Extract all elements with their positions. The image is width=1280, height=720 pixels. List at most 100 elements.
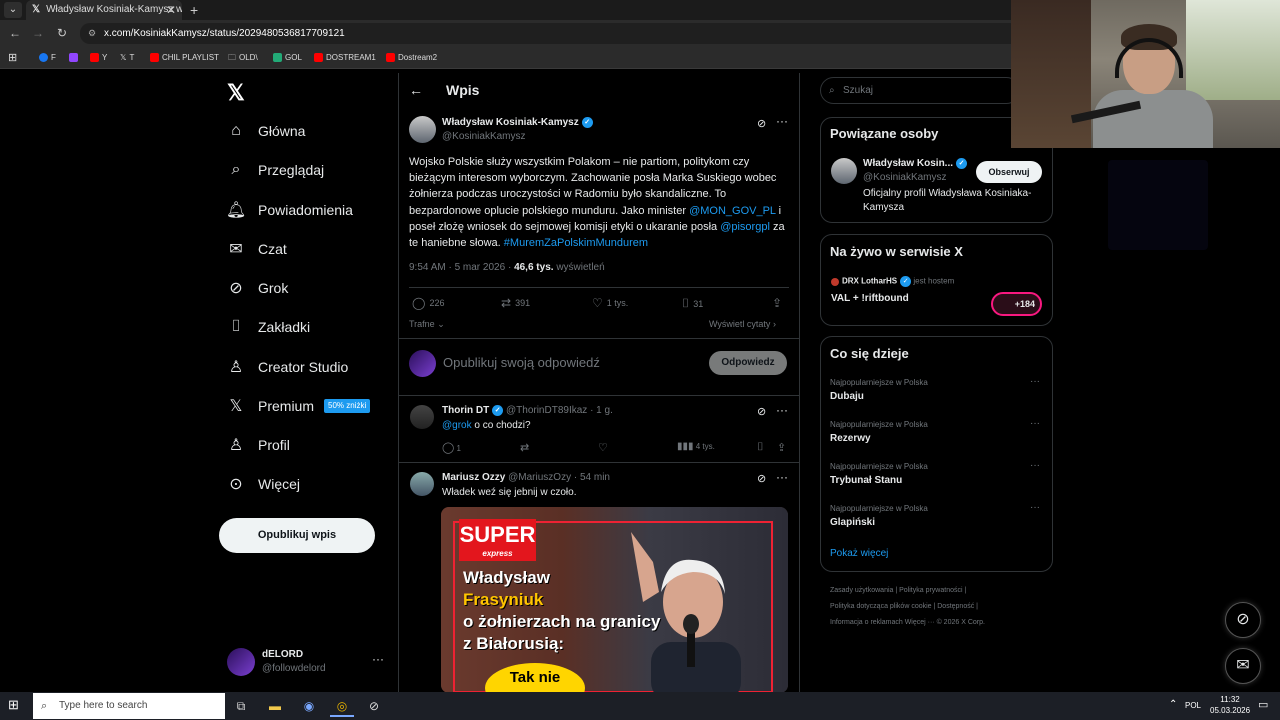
nav-chat[interactable]: ✉ Czat: [222, 231, 287, 267]
show-more-link[interactable]: Pokaż więcej: [830, 548, 888, 559]
author-handle[interactable]: @KosiniakKamysz: [442, 131, 526, 142]
reply-more-icon[interactable]: ···: [776, 470, 788, 484]
bookmark-icon[interactable]: ⌷: [757, 441, 764, 454]
follow-button[interactable]: Obserwuj: [976, 161, 1042, 183]
address-bar[interactable]: ⚙ x.com/KosiniakKamysz/status/20294805368…: [80, 23, 1020, 44]
share-action[interactable]: ⇪: [772, 296, 782, 310]
bookmark-old-folder[interactable]: 🗀 OLD\: [228, 47, 258, 69]
like-action[interactable]: ♡ 1 tys.: [592, 296, 628, 310]
author-avatar[interactable]: [409, 116, 436, 143]
user-avatar[interactable]: [227, 648, 255, 676]
nav-bookmarks[interactable]: ⌷ Zakładki: [222, 309, 310, 345]
trend-more-icon[interactable]: ···: [1030, 460, 1040, 471]
live-listeners-badge[interactable]: +184: [991, 292, 1042, 316]
live-show-title[interactable]: VAL + !riftbound: [831, 293, 909, 304]
reply-more-icon[interactable]: ···: [776, 403, 788, 417]
windows-start-icon[interactable]: ⊞: [8, 697, 19, 713]
nav-more[interactable]: ⊙ Więcej: [222, 466, 300, 502]
taskbar-search[interactable]: ⌕ Type here to search: [33, 693, 225, 719]
related-handle[interactable]: @KosiniakKamysz: [863, 172, 947, 183]
mention-grok[interactable]: @grok: [442, 420, 472, 431]
reply-media-image[interactable]: SUPER express Władysław Frasyniuk o żołnier…: [441, 507, 788, 693]
back-arrow-icon[interactable]: ←: [409, 82, 423, 98]
nav-home[interactable]: ⌂ Główna: [222, 113, 305, 149]
trend-item[interactable]: Glapiński: [830, 517, 875, 528]
search-input[interactable]: ⌕ Szukaj: [820, 77, 1020, 104]
user-name[interactable]: dELORD: [262, 649, 303, 660]
task-view-icon[interactable]: ⧉: [229, 695, 253, 717]
trend-item[interactable]: Rezerwy: [830, 433, 871, 444]
nav-explore[interactable]: ⌕ Przeglądaj: [222, 152, 325, 188]
nav-profile[interactable]: ♙ Profil: [222, 427, 290, 463]
share-icon[interactable]: ⇪: [777, 441, 786, 454]
grok-explain-icon[interactable]: ⊘: [757, 405, 766, 418]
new-tab-icon[interactable]: +: [190, 0, 198, 20]
bookmark-dostream2[interactable]: Dostream2: [386, 47, 437, 69]
footer-links[interactable]: Polityka dotycząca plików cookie | Dostę…: [830, 603, 978, 610]
related-avatar[interactable]: [831, 158, 857, 184]
sort-dropdown[interactable]: Trafne ⌄: [409, 319, 445, 330]
clock[interactable]: 11:32 05.03.2026: [1210, 694, 1250, 716]
mention-pis[interactable]: @pisorgpl: [720, 221, 770, 233]
nav-grok[interactable]: ⊘ Grok: [222, 270, 288, 306]
trend-more-icon[interactable]: ···: [1030, 502, 1040, 513]
tray-chevron-icon[interactable]: ⌃: [1169, 699, 1177, 710]
repost-action[interactable]: ⇄ 391: [501, 296, 530, 310]
app-icon[interactable]: ⊘: [362, 695, 386, 717]
view-quotes-link[interactable]: Wyświetl cytaty ›: [709, 319, 776, 329]
reply-author[interactable]: Mariusz Ozzy @MariuszOzy · 54 min: [442, 472, 610, 483]
bookmark-action[interactable]: ⌷ 31: [682, 296, 703, 311]
footer-links[interactable]: Zasady użytkowania | Polityka prywatnośc…: [830, 587, 966, 594]
reply-comment-action[interactable]: ◯ 1: [442, 441, 461, 454]
heart-icon[interactable]: ♡: [598, 441, 608, 454]
hashtag-link[interactable]: #MuremZaPolskimMundurem: [504, 237, 648, 249]
bookmark-gol[interactable]: GOL: [273, 47, 302, 69]
trend-more-icon[interactable]: ···: [1030, 418, 1040, 429]
back-icon[interactable]: ←: [6, 24, 24, 42]
file-explorer-icon[interactable]: ▬: [263, 695, 287, 717]
views-action[interactable]: ▮▮▮ 4 tys.: [677, 441, 715, 452]
bookmark-twitch[interactable]: [69, 47, 81, 69]
repost-icon[interactable]: ⇄: [520, 441, 529, 454]
language-indicator[interactable]: POL: [1185, 701, 1201, 710]
nav-premium[interactable]: 𝕏 Premium: [222, 388, 314, 424]
grok-explain-icon[interactable]: ⊘: [757, 117, 766, 130]
trend-more-icon[interactable]: ···: [1030, 376, 1040, 387]
forward-icon[interactable]: →: [29, 24, 47, 42]
nav-creator-studio[interactable]: ♙ Creator Studio: [222, 349, 348, 385]
discord-icon[interactable]: ◉: [297, 695, 321, 717]
related-name[interactable]: Władysław Kosin... ✓: [863, 158, 968, 169]
publish-post-button[interactable]: Opublikuj wpis: [219, 518, 375, 553]
tab-search-icon[interactable]: ⌄: [4, 2, 22, 18]
footer-links[interactable]: Informacja o reklamach Więcej ··· © 2026…: [830, 619, 985, 626]
nav-notifications[interactable]: 🔔︎ Powiadomienia: [222, 192, 353, 228]
reply-input[interactable]: Opublikuj swoją odpowiedź: [443, 355, 600, 370]
reply-avatar[interactable]: [410, 405, 434, 429]
reply-button[interactable]: Odpowiedz: [709, 351, 787, 375]
bookmark-chil-playlist[interactable]: CHIL PLAYLIST: [150, 47, 219, 69]
chrome-icon[interactable]: ◎: [330, 695, 354, 717]
active-tab[interactable]: 𝕏 Władysław Kosiniak-Kamysz w: [26, 0, 182, 20]
reply-avatar[interactable]: [410, 472, 434, 496]
post-more-icon[interactable]: ···: [776, 114, 788, 128]
bookmark-t[interactable]: 𝕏T: [120, 47, 134, 69]
author-name[interactable]: Władysław Kosiniak-Kamysz ✓: [442, 117, 593, 128]
bookmark-y[interactable]: Y: [90, 47, 107, 69]
messages-fab-icon[interactable]: ✉: [1225, 648, 1261, 684]
reply-author[interactable]: Thorin DT ✓ @ThorinDT89Ikaz · 1 g.: [442, 405, 613, 416]
live-host[interactable]: DRX LotharHS ✓ jest hostem: [831, 276, 954, 287]
site-info-icon[interactable]: ⚙: [88, 23, 96, 44]
trend-item[interactable]: Trybunał Stanu: [830, 475, 902, 486]
reload-icon[interactable]: ↻: [53, 24, 71, 42]
notification-icon[interactable]: ▭: [1258, 698, 1268, 711]
apps-icon[interactable]: ⊞: [8, 47, 17, 69]
trend-item[interactable]: Dubaju: [830, 391, 864, 402]
bookmark-f[interactable]: F: [39, 47, 56, 69]
x-logo-icon[interactable]: 𝕏: [227, 80, 245, 106]
tab-close-icon[interactable]: ✕: [166, 0, 176, 20]
grok-explain-icon[interactable]: ⊘: [757, 472, 766, 485]
bookmark-dostream1[interactable]: DOSTREAM1: [314, 47, 376, 69]
reply-action[interactable]: ◯ 226: [412, 296, 444, 310]
grok-fab-icon[interactable]: ⊘: [1225, 602, 1261, 638]
account-more-icon[interactable]: ···: [372, 652, 384, 666]
